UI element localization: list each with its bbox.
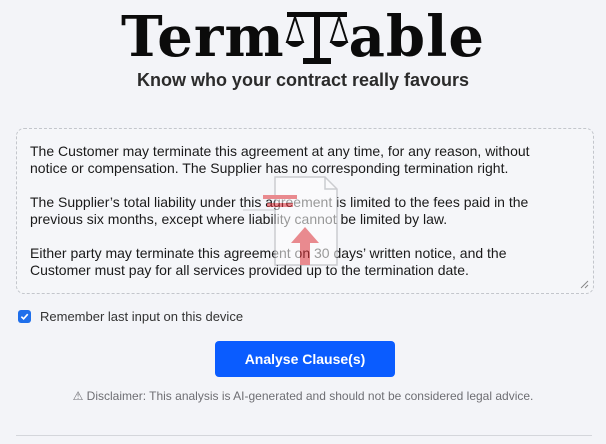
- logo-text-term: Term: [121, 4, 285, 70]
- disclaimer-text: ⚠ Disclaimer: This analysis is AI-genera…: [72, 389, 534, 403]
- remember-input-option[interactable]: Remember last input on this device: [18, 309, 243, 324]
- clause-paragraph: The Customer may terminate this agreemen…: [30, 143, 530, 176]
- logo-text-able: able: [348, 4, 485, 70]
- clause-input-textarea[interactable]: The Customer may terminate this agreemen…: [16, 128, 594, 294]
- remember-label: Remember last input on this device: [40, 309, 244, 324]
- scales-icon: [285, 12, 349, 64]
- analyse-button[interactable]: Analyse Clause(s): [215, 341, 395, 377]
- check-icon: [20, 313, 29, 321]
- app-logo: Term able: [0, 4, 606, 70]
- resize-grip-icon[interactable]: [579, 279, 589, 289]
- tagline: Know who your contract really favours: [136, 70, 470, 90]
- upload-file-icon: [243, 176, 338, 266]
- divider: [16, 435, 592, 436]
- remember-checkbox[interactable]: [18, 310, 31, 323]
